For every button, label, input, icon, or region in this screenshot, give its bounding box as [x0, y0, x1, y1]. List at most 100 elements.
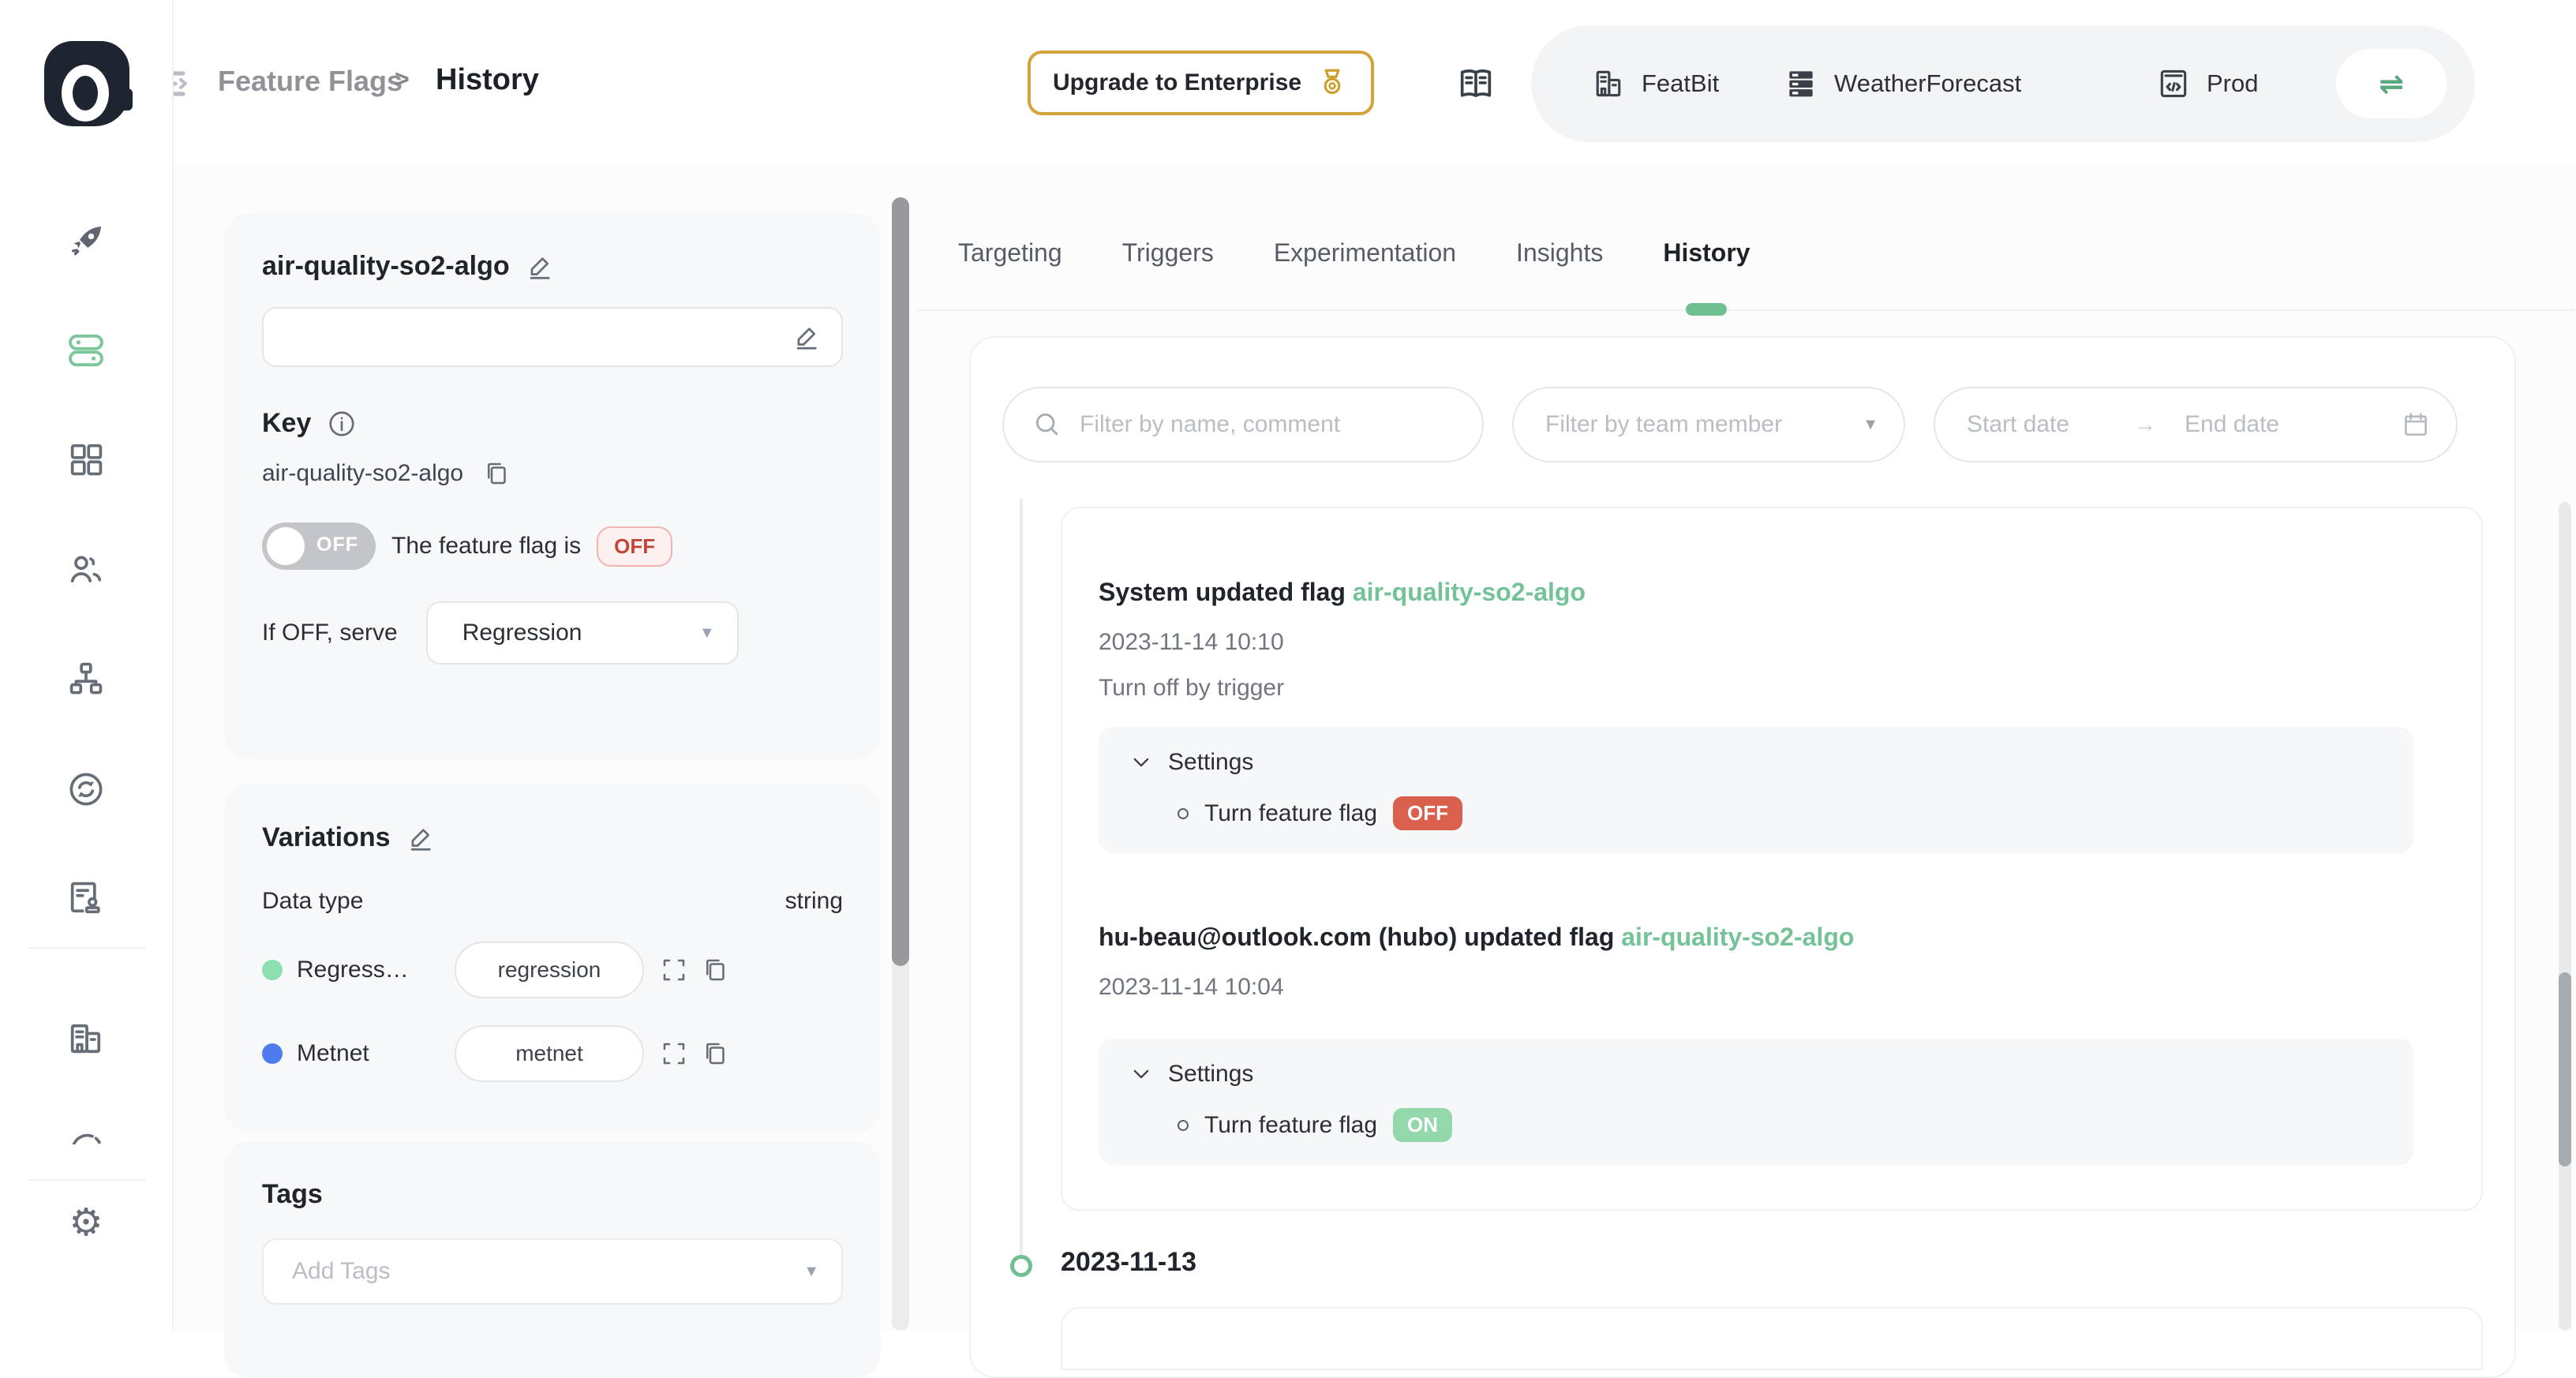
change-label: Turn feature flag: [1204, 800, 1377, 827]
sidebar: ⚙: [0, 0, 174, 1331]
entry-settings-panel: Settings Turn feature flag OFF: [1099, 727, 2413, 853]
add-tags-select[interactable]: Add Tags ▼: [262, 1238, 843, 1305]
audit-log-icon[interactable]: [66, 878, 107, 919]
chevron-down-icon: ▼: [699, 624, 715, 642]
expand-icon[interactable]: [660, 1039, 688, 1068]
breadcrumb-page-title: History: [436, 63, 539, 97]
if-off-serve-select[interactable]: Regression ▼: [426, 601, 739, 665]
chevron-down-icon: ▼: [1863, 416, 1878, 434]
info-icon[interactable]: [327, 409, 357, 439]
variations-title: Variations: [262, 822, 391, 853]
scrollbar-thumb[interactable]: [2559, 972, 2571, 1166]
edit-variations-icon[interactable]: [406, 823, 436, 853]
sitemap-icon[interactable]: [66, 658, 107, 699]
sidebar-divider: [28, 947, 145, 949]
entry-timestamp: 2023-11-14 10:04: [1099, 974, 2443, 1001]
entry-flag-link[interactable]: air-quality-so2-algo: [1353, 578, 1586, 606]
if-off-label: If OFF, serve: [262, 620, 398, 646]
history-search-input[interactable]: Filter by name, comment: [1002, 387, 1484, 462]
tab-experimentation[interactable]: Experimentation: [1274, 212, 1456, 309]
flag-summary-card: air-quality-so2-algo Key air-quality-so2…: [224, 213, 881, 759]
copy-key-icon[interactable]: [482, 459, 511, 488]
org-name: FeatBit: [1642, 69, 1719, 98]
documentation-book-icon[interactable]: [1455, 63, 1496, 104]
scrollbar-thumb[interactable]: [892, 197, 909, 966]
tab-history[interactable]: History: [1663, 212, 1750, 309]
variation-name: Metnet: [297, 1040, 455, 1067]
sync-icon[interactable]: [66, 769, 107, 810]
search-placeholder: Filter by name, comment: [1080, 411, 1340, 438]
entry-actor: hu-beau@outlook.com (hubo) updated flag: [1099, 923, 1614, 951]
change-value-badge: OFF: [1393, 796, 1462, 830]
dashboard-grid-icon[interactable]: [66, 439, 107, 480]
change-value-badge: ON: [1393, 1108, 1452, 1142]
chevron-down-icon: [1130, 1063, 1152, 1085]
settings-change-row: Turn feature flag OFF: [1130, 796, 2382, 830]
tab-triggers[interactable]: Triggers: [1122, 212, 1214, 309]
flag-description-input[interactable]: [262, 307, 843, 367]
org-selector[interactable]: FeatBit: [1591, 66, 1784, 101]
member-placeholder: Filter by team member: [1545, 411, 1782, 438]
settings-collapse-header[interactable]: Settings: [1130, 749, 2382, 776]
variation-value-input[interactable]: regression: [455, 942, 644, 998]
organization-building-icon[interactable]: [66, 1018, 107, 1059]
chevron-down-icon: ▼: [803, 1263, 819, 1281]
team-users-icon[interactable]: [66, 549, 107, 590]
team-member-filter-select[interactable]: Filter by team member ▼: [1512, 387, 1905, 462]
if-off-serve-value: Regression: [462, 620, 582, 646]
entry-flag-link[interactable]: air-quality-so2-algo: [1621, 923, 1854, 951]
feature-flag-toggle[interactable]: OFF: [262, 522, 376, 570]
change-label: Turn feature flag: [1204, 1112, 1377, 1139]
variation-row: Metnet metnet: [262, 1025, 843, 1082]
project-selector[interactable]: WeatherForecast: [1784, 66, 2156, 101]
bullet-icon: [1178, 808, 1189, 819]
featbit-logo[interactable]: [44, 41, 129, 126]
settings-collapse-header[interactable]: Settings: [1130, 1061, 2382, 1088]
breadcrumb-section[interactable]: Feature Flags: [218, 65, 402, 98]
history-entry: System updated flag air-quality-so2-algo…: [1099, 578, 2443, 853]
settings-gear-icon[interactable]: ⚙: [66, 1203, 107, 1244]
project-stack-icon: [1784, 66, 1818, 101]
page-scrollbar[interactable]: [2559, 502, 2571, 1331]
entry-timestamp: 2023-11-14 10:10: [1099, 629, 2443, 656]
toggle-state-label: OFF: [316, 534, 358, 556]
history-filters: Filter by name, comment Filter by team m…: [1002, 387, 2458, 462]
copy-icon[interactable]: [701, 956, 729, 984]
tab-targeting[interactable]: Targeting: [958, 212, 1062, 309]
flag-status-badge: OFF: [597, 526, 672, 567]
upgrade-label: Upgrade to Enterprise: [1053, 69, 1301, 96]
variation-value-input[interactable]: metnet: [455, 1025, 644, 1082]
panel-scrollbar[interactable]: [892, 197, 909, 1331]
feature-flags-icon[interactable]: [66, 330, 107, 371]
copy-icon[interactable]: [701, 1039, 729, 1068]
timeline-date-dot: [1010, 1255, 1032, 1277]
environment-selector[interactable]: Prod: [2156, 66, 2333, 101]
insights-arc-icon[interactable]: [66, 1121, 107, 1144]
history-entry: hu-beau@outlook.com (hubo) updated flag …: [1099, 923, 2443, 1165]
add-tags-placeholder: Add Tags: [292, 1258, 391, 1285]
key-value: air-quality-so2-algo: [262, 460, 463, 487]
edit-name-icon[interactable]: [526, 252, 556, 282]
swap-arrows-icon: ⇌: [2379, 66, 2404, 102]
tags-card: Tags Add Tags ▼: [224, 1141, 881, 1378]
workspace-switcher: FeatBit WeatherForecast Prod ⇌: [1531, 25, 2475, 142]
toggle-knob: [267, 527, 305, 565]
expand-icon[interactable]: [660, 956, 688, 984]
topbar: Feature Flags > History Upgrade to Enter…: [174, 0, 2576, 164]
medal-icon: [1316, 66, 1349, 99]
start-date-placeholder: Start date: [1967, 411, 2118, 438]
org-building-icon: [1591, 66, 1626, 101]
range-arrow-icon: →: [2134, 412, 2156, 437]
upgrade-to-enterprise-button[interactable]: Upgrade to Enterprise: [1028, 51, 1374, 115]
rocket-icon[interactable]: [66, 221, 107, 262]
tags-title: Tags: [262, 1179, 323, 1210]
date-range-picker[interactable]: Start date → End date: [1934, 387, 2458, 462]
end-date-placeholder: End date: [2185, 411, 2385, 438]
settings-label: Settings: [1168, 749, 1253, 776]
switch-environment-button[interactable]: ⇌: [2336, 49, 2447, 118]
flag-tabs: Targeting Triggers Experimentation Insig…: [917, 212, 2574, 311]
edit-description-icon[interactable]: [792, 322, 822, 352]
tab-insights[interactable]: Insights: [1516, 212, 1603, 309]
timeline-date-marker: 2023-11-13: [1061, 1247, 1196, 1278]
project-name: WeatherForecast: [1834, 69, 2021, 98]
